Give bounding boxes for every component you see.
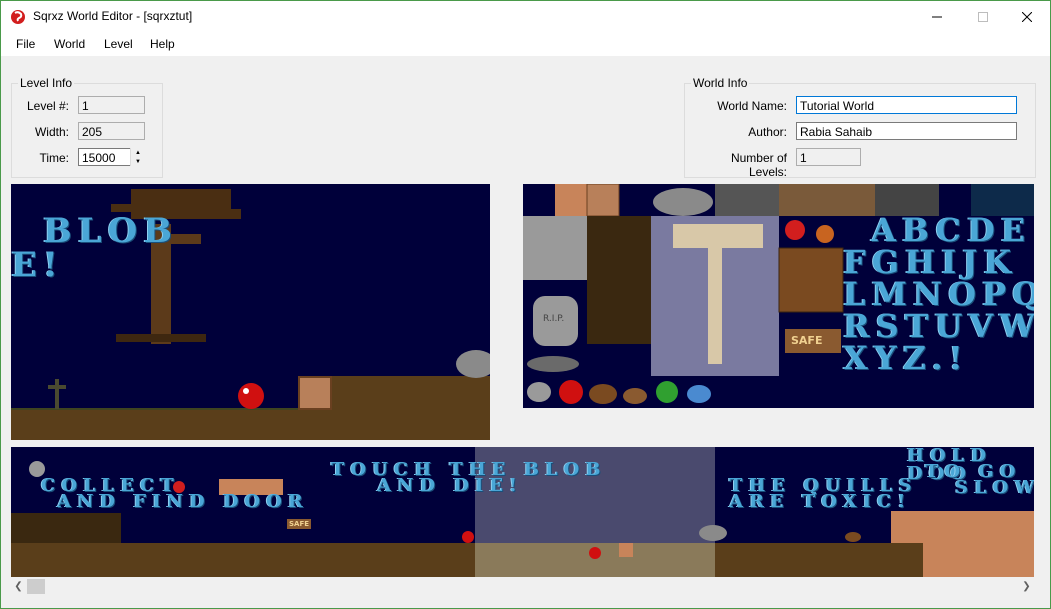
map-text-slow: SLOW. [955, 477, 1034, 498]
close-icon [1022, 11, 1032, 22]
frog-icon [656, 381, 678, 403]
alphabet-row-3: LMNOPQ [843, 275, 1034, 313]
blob-shine [243, 388, 249, 394]
armadillo-icon [527, 382, 551, 402]
maximize-icon [978, 11, 988, 22]
sqrxz-icon [785, 220, 805, 240]
map-blob-icon-2 [589, 547, 601, 559]
squirrel-icon [623, 388, 647, 404]
palette-safe-text: SAFE [791, 334, 823, 347]
level-number-field: 1 [78, 96, 145, 114]
time-spinner[interactable]: ▲ ▼ [130, 148, 145, 166]
app-icon [11, 10, 25, 24]
author-label: Author: [748, 125, 787, 139]
world-info-legend: World Info [691, 76, 750, 90]
levels-count-field: 1 [796, 148, 861, 166]
world-name-input[interactable]: Tutorial World [796, 96, 1017, 114]
door-icon [778, 247, 844, 313]
arch-tile [779, 184, 875, 216]
scroll-left-icon[interactable]: ❮ [10, 578, 27, 595]
map-blob-icon [462, 531, 474, 543]
map-text-and-die: AND DIE! [377, 475, 523, 496]
editor-window: Sqrxz World Editor - [sqrxztut] File Wor… [0, 0, 1051, 609]
map-crate-icon [619, 543, 633, 557]
map-fence [11, 513, 121, 543]
preview-sign-text-2: E! [11, 245, 64, 285]
width-label: Width: [34, 125, 69, 139]
ground-tile [11, 410, 490, 440]
rock-tile [653, 188, 713, 216]
levels-count-label: Number of Levels: [730, 151, 787, 179]
world-name-label: World Name: [717, 99, 787, 113]
level-number-label: Level #: [26, 99, 69, 113]
map-rock-icon [699, 525, 727, 541]
alphabet-row-5: XYZ.! [843, 339, 969, 377]
preview-sign-text-1: BLOB [43, 211, 178, 251]
map-text-find-door: AND FIND DOOR [57, 491, 309, 512]
tile-preview-canvas[interactable]: BLOB E! [11, 184, 490, 440]
window-title: Sqrxz World Editor - [sqrxztut] [33, 9, 193, 23]
minimize-icon [932, 16, 942, 17]
scroll-thumb[interactable] [27, 579, 45, 594]
fish-icon [687, 385, 711, 403]
close-button[interactable] [1004, 1, 1050, 32]
maximize-button[interactable] [960, 1, 1006, 32]
raised-ground-tile [331, 376, 490, 410]
alphabet-row-1: ABCDE [871, 211, 1032, 249]
map-safe-sign: SAFE [287, 519, 312, 529]
crate-icon [298, 376, 332, 410]
map-hedgehog-icon [845, 532, 861, 542]
menu-file[interactable]: File [16, 37, 35, 51]
fence-tile [587, 216, 651, 280]
rip-text: R.I.P. [543, 314, 565, 324]
map-text-toxic: ARE TOXIC! [729, 491, 912, 512]
crate-tile [586, 184, 620, 217]
tileset-palette[interactable]: ABCDE FGHIJK LMNOPQ RSTUVW XYZ.! SAFE R.… [523, 184, 1034, 408]
time-label: Time: [39, 151, 69, 165]
grate-tile [715, 184, 779, 216]
blob-icon [238, 383, 264, 409]
creature-icon [816, 225, 834, 243]
alphabet-row-2: FGHIJK [843, 243, 1018, 281]
map-brick-stairs-lower [923, 527, 1034, 577]
spin-down-icon[interactable]: ▼ [131, 157, 145, 166]
stones-icon [527, 356, 579, 372]
fence-tile-2 [587, 280, 651, 344]
blob-sprite-icon [559, 380, 583, 404]
menu-bar: File World Level Help [1, 32, 1050, 56]
alphabet-row-4: RSTUVW [843, 307, 1034, 345]
stone-pillar-tile [523, 216, 587, 280]
width-field: 205 [78, 122, 145, 140]
level-map-canvas[interactable]: COLLECT AND FIND DOOR TOUCH THE BLOB AND… [11, 447, 1034, 577]
title-bar: Sqrxz World Editor - [sqrxztut] [1, 1, 1050, 32]
brick-tile [555, 184, 587, 216]
horizontal-scrollbar[interactable]: ❮ ❯ [10, 578, 1040, 595]
menu-level[interactable]: Level [104, 37, 133, 51]
menu-world[interactable]: World [54, 37, 85, 51]
minimize-button[interactable] [914, 1, 960, 32]
menu-help[interactable]: Help [150, 37, 175, 51]
spin-up-icon[interactable]: ▲ [131, 148, 145, 157]
level-info-legend: Level Info [18, 76, 75, 90]
hedgehog-icon [589, 384, 617, 404]
scroll-right-icon[interactable]: ❯ [1018, 578, 1035, 595]
author-input[interactable]: Rabia Sahaib [796, 122, 1017, 140]
